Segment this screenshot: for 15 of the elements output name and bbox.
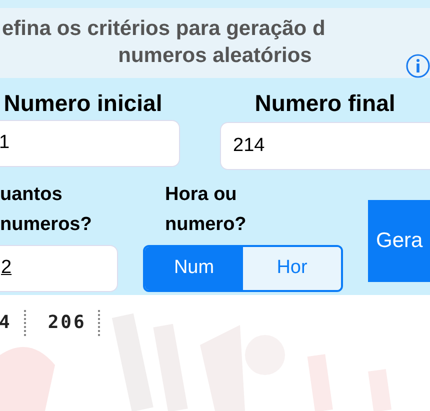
- field-label: Numero final: [254, 89, 396, 118]
- field-label: Numero inicial: [2, 89, 164, 118]
- segment-tab[interactable]: Num: [145, 247, 243, 290]
- input-field[interactable]: 2: [0, 245, 118, 292]
- input-field[interactable]: 1: [0, 120, 180, 167]
- input-field[interactable]: 214: [220, 122, 430, 170]
- header-subtitle: numeros aleatórios: [118, 43, 312, 69]
- field-label: Hora ou numero?: [164, 183, 248, 237]
- result-number: 206: [48, 311, 86, 335]
- result-number: 4: [0, 311, 12, 335]
- field-label: uantos numeros?: [0, 183, 93, 237]
- info-icon[interactable]: [406, 54, 430, 78]
- segment-tab[interactable]: Hor: [243, 247, 341, 290]
- header-title: efina os critérios para geração d: [1, 16, 326, 42]
- generate-button[interactable]: Gera: [368, 200, 430, 282]
